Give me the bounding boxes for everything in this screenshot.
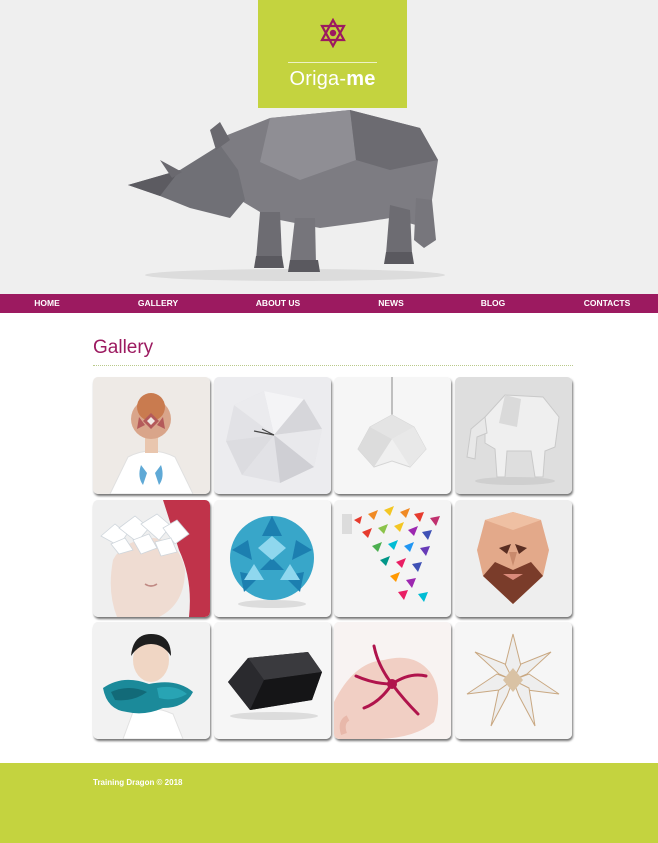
nav-item-contacts[interactable]: CONTACTS	[574, 294, 640, 313]
nav-item-home[interactable]: HOME	[22, 294, 72, 313]
nav-item-news[interactable]: NEWS	[366, 294, 416, 313]
footer: Training Dragon © 2018	[0, 763, 658, 843]
gallery-tile-5[interactable]	[93, 500, 210, 617]
origami-star-image	[455, 622, 572, 739]
origami-lamp-image	[334, 377, 451, 494]
gallery-tile-8[interactable]	[455, 500, 572, 617]
origami-clock-image	[214, 377, 331, 494]
nav-item-about-us[interactable]: ABOUT US	[245, 294, 311, 313]
logo[interactable]: Origa-me	[258, 0, 407, 108]
origami-rainbow-fish-image	[334, 500, 451, 617]
copyright-text: Training Dragon © 2018	[93, 778, 183, 787]
nav-item-blog[interactable]: BLOG	[469, 294, 517, 313]
origami-elephant-image	[455, 377, 572, 494]
origami-blue-ball-image	[214, 500, 331, 617]
origami-face-mask-image	[455, 500, 572, 617]
gallery-tile-4[interactable]	[455, 377, 572, 494]
origami-pink-starfish-image	[334, 622, 451, 739]
title-divider	[93, 365, 573, 366]
gallery-tile-11[interactable]	[334, 622, 451, 739]
origami-star-icon	[320, 18, 346, 48]
header: Origa-me	[0, 0, 658, 294]
gallery-tile-12[interactable]	[455, 622, 572, 739]
brand-name: Origa-me	[289, 68, 376, 90]
logo-divider	[288, 62, 377, 63]
gallery-tile-1[interactable]	[93, 377, 210, 494]
origami-black-box-image	[214, 622, 331, 739]
gallery-tile-2[interactable]	[214, 377, 331, 494]
page-title: Gallery	[93, 337, 154, 358]
gallery-tile-9[interactable]	[93, 622, 210, 739]
origami-mask-person-image	[93, 377, 210, 494]
gallery-tile-10[interactable]	[214, 622, 331, 739]
origami-rhino-image	[128, 110, 445, 281]
gallery-tile-3[interactable]	[334, 377, 451, 494]
origami-teal-scarf-image	[93, 622, 210, 739]
origami-flower-blindfold-image	[93, 500, 210, 617]
gallery-tile-7[interactable]	[334, 500, 451, 617]
gallery-tile-6[interactable]	[214, 500, 331, 617]
main-nav: HOME GALLERY ABOUT US NEWS BLOG CONTACTS	[0, 294, 658, 313]
nav-item-gallery[interactable]: GALLERY	[127, 294, 189, 313]
